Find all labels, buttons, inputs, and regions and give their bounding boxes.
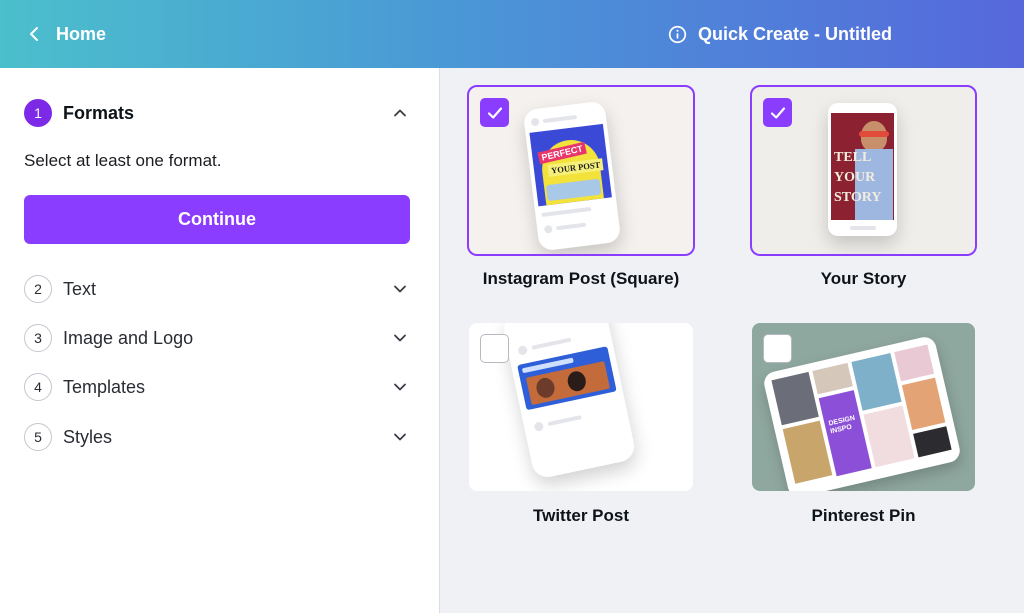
document-title-text: Quick Create - Untitled — [698, 23, 893, 44]
chevron-down-icon — [394, 285, 406, 293]
post-artwork: PERFECT YOUR POST — [529, 123, 612, 207]
step-label: Image and Logo — [63, 327, 194, 348]
home-label: Home — [56, 23, 107, 44]
format-card-your-story[interactable]: TELL YOUR STORY Your Story — [750, 85, 977, 297]
step-number: 1 — [24, 99, 52, 127]
info-icon[interactable] — [668, 25, 687, 44]
step-label: Templates — [63, 376, 146, 397]
checkmark-icon — [770, 106, 785, 119]
chevron-down-icon — [394, 433, 406, 441]
step-number: 3 — [24, 324, 52, 352]
format-label: Instagram Post (Square) — [482, 269, 680, 288]
format-checkbox[interactable] — [480, 98, 509, 127]
sidebar: 1 Formats Select at least one format. Co… — [0, 68, 440, 613]
document-title: Quick Create - Untitled — [668, 20, 892, 48]
chevron-up-icon — [394, 109, 406, 117]
phone-mockup — [500, 323, 638, 480]
artwork-text: YOUR — [834, 170, 876, 185]
artwork-text: STORY — [834, 190, 882, 205]
step-number: 5 — [24, 423, 52, 451]
step-image-and-logo[interactable]: 3 Image and Logo — [24, 323, 410, 353]
format-checkbox[interactable] — [763, 334, 792, 363]
format-thumbnail[interactable] — [469, 323, 693, 491]
format-thumbnail[interactable]: TELL YOUR STORY — [750, 85, 977, 256]
format-label: Pinterest Pin — [811, 506, 916, 525]
format-thumbnail[interactable]: PERFECT YOUR POST — [467, 85, 695, 256]
format-checkbox[interactable] — [763, 98, 792, 127]
format-card-pinterest-pin[interactable]: DESIGN INSPO Pinterest Pin — [752, 323, 975, 533]
chevron-down-icon — [394, 383, 406, 391]
continue-button[interactable]: Continue — [24, 195, 410, 244]
format-checkbox[interactable] — [480, 334, 509, 363]
format-card-instagram-post[interactable]: PERFECT YOUR POST Instagram Post (Square… — [467, 85, 695, 297]
format-card-twitter-post[interactable]: Twitter Post — [469, 323, 693, 533]
step-number: 4 — [24, 373, 52, 401]
step-text[interactable]: 2 Text — [24, 274, 410, 304]
step-number: 2 — [24, 275, 52, 303]
helper-text: Select at least one format. — [24, 151, 222, 170]
step-formats[interactable]: 1 Formats — [24, 98, 410, 128]
format-label: Twitter Post — [532, 506, 630, 525]
story-artwork: TELL YOUR STORY — [831, 113, 894, 220]
home-link[interactable]: Home — [26, 20, 106, 48]
step-templates[interactable]: 4 Templates — [24, 372, 410, 402]
step-label: Text — [63, 278, 97, 299]
artwork-text: TELL — [834, 150, 872, 165]
phone-mockup: TELL YOUR STORY — [828, 103, 897, 236]
top-bar: Home Quick Create - Untitled — [0, 0, 1024, 68]
format-label: Your Story — [820, 269, 907, 288]
phone-mockup: PERFECT YOUR POST — [522, 100, 622, 252]
checkmark-icon — [487, 106, 502, 119]
step-label: Formats — [63, 102, 135, 123]
format-thumbnail[interactable]: DESIGN INSPO — [752, 323, 975, 491]
step-styles[interactable]: 5 Styles — [24, 422, 410, 452]
chevron-left-icon — [30, 27, 38, 41]
tweet-artwork — [517, 346, 617, 411]
chevron-down-icon — [394, 334, 406, 342]
step-label: Styles — [63, 426, 113, 447]
